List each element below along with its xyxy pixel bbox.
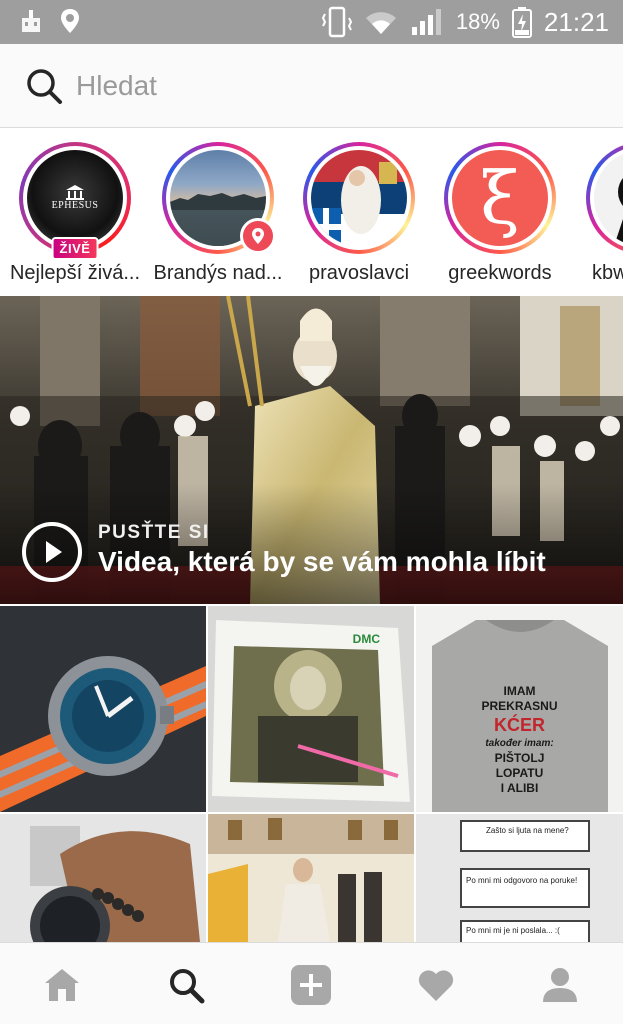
app-notification-icon: [22, 10, 40, 32]
search-bar: [0, 44, 623, 128]
explore-tile-wristwatch[interactable]: [0, 814, 206, 942]
temple-logo-icon: [66, 185, 84, 200]
tshirt-line: PIŠTOLJ: [494, 751, 545, 765]
play-icon: [46, 541, 62, 563]
video-title: Videa, která by se vám mohla líbit: [98, 546, 546, 577]
tshirt-line: I ALIBI: [500, 781, 539, 795]
story-item[interactable]: EPHESUS ŽIVĚ Nejlepší živá...: [5, 142, 145, 285]
story-label: greekwords: [448, 262, 552, 284]
suggested-videos-banner[interactable]: PUSŤTE SI Videa, která by se vám mohla l…: [0, 296, 623, 604]
activity-heart-icon: [418, 970, 454, 1001]
battery-charging-icon: [511, 7, 532, 38]
comic-text: Zašto si ljuta na mene?: [486, 826, 569, 835]
battery-percent: 18%: [455, 9, 500, 34]
profile-icon: [543, 968, 577, 1002]
story-avatar-text: EPHESUS: [51, 200, 99, 211]
nav-search[interactable]: [164, 963, 208, 1007]
video-gradient: [0, 484, 623, 604]
live-badge: ŽIVĚ: [51, 237, 99, 260]
story-label: kbw: [592, 262, 623, 284]
tshirt-line: također imam:: [485, 738, 554, 749]
tshirt-line: LOPATU: [495, 766, 544, 780]
play-button[interactable]: [22, 522, 82, 582]
nav-profile[interactable]: [538, 963, 582, 1007]
comic-panel: Zašto si ljuta na mene?: [460, 820, 590, 852]
nav-add-post[interactable]: [289, 963, 333, 1007]
video-kicker: PUSŤTE SI: [98, 522, 210, 543]
bottom-navigation: [0, 942, 623, 1024]
search-input[interactable]: [76, 64, 576, 108]
story-item[interactable]: kbw: [572, 142, 623, 285]
status-bar: 18% 21:21: [0, 0, 623, 44]
story-label: Brandýs nad...: [153, 262, 283, 284]
tile-brand-text: DMC: [352, 632, 380, 646]
explore-tile-embroidery[interactable]: DMC: [208, 606, 414, 812]
location-pin-icon: [240, 218, 276, 254]
home-icon: [45, 969, 79, 1001]
story-label: Nejlepší živá...: [9, 262, 141, 284]
explore-tile-tshirt[interactable]: IMAM PREKRASNU KĆER također imam: PIŠTOL…: [416, 606, 623, 812]
story-avatar: [594, 150, 623, 246]
nav-home[interactable]: [40, 963, 84, 1007]
story-item[interactable]: Brandýs nad...: [148, 142, 288, 285]
story-item[interactable]: pravoslavci: [289, 142, 429, 285]
story-avatar: EPHESUS: [27, 150, 123, 246]
comic-text: Po mni mi odgovoro na poruke!: [466, 876, 578, 885]
explore-tile-comic[interactable]: Zašto si ljuta na mene? Po mni mi odgovo…: [416, 814, 623, 942]
stories-tray: EPHESUS ŽIVĚ Nejlepší živá... Brandýs na…: [0, 128, 623, 296]
location-icon: [61, 9, 79, 33]
comic-text: Po mni mi je ni poslala... :(: [466, 926, 560, 935]
story-item[interactable]: ξ greekwords: [430, 142, 570, 285]
comic-panel: Po mni mi je ni poslala... :(: [460, 920, 590, 942]
nav-activity[interactable]: [414, 963, 458, 1007]
comic-panel: Po mni mi odgovoro na poruke!: [460, 868, 590, 908]
tshirt-line: KĆER: [493, 715, 545, 735]
phone-vibrate-icon: [321, 6, 352, 38]
clock: 21:21: [543, 6, 609, 37]
wifi-icon: [365, 12, 396, 34]
explore-tile-church[interactable]: [208, 814, 414, 942]
add-post-icon: [291, 965, 331, 1005]
explore-tile-watch[interactable]: [0, 606, 206, 812]
signal-icon: [411, 9, 441, 35]
tshirt-line: PREKRASNU: [481, 699, 558, 713]
search-icon[interactable]: [24, 66, 64, 106]
story-avatar-text: ξ: [480, 156, 520, 240]
search-icon: [170, 969, 205, 1004]
story-avatar: [311, 150, 407, 246]
story-label: pravoslavci: [308, 262, 410, 284]
tshirt-line: IMAM: [503, 684, 536, 698]
story-avatar: ξ: [452, 150, 548, 246]
explore-grid: DMC IMAM PREKRASNU KĆER također imam: PI…: [0, 606, 623, 942]
